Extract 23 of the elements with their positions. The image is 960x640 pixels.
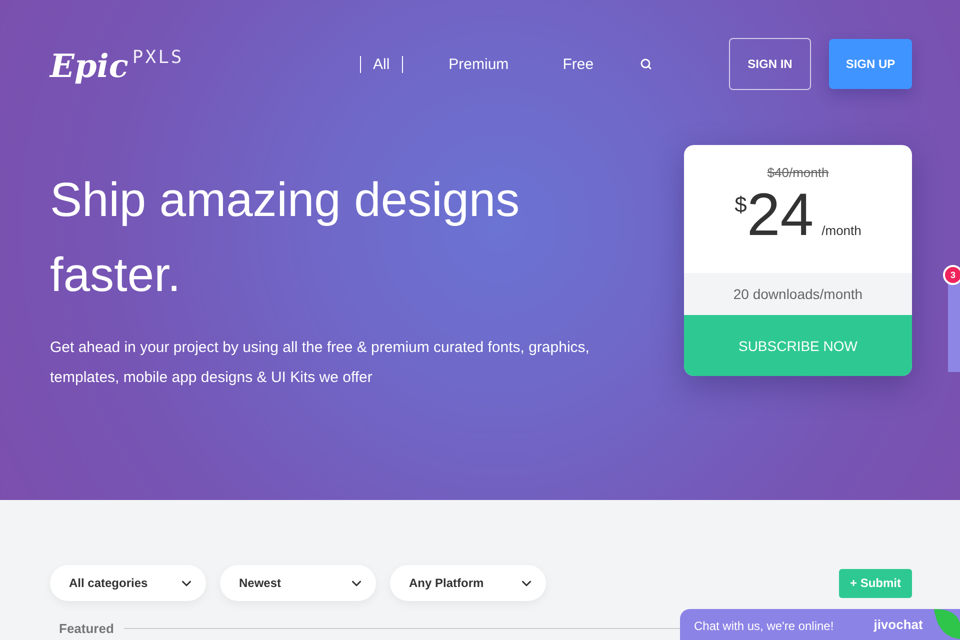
hero-headline: Ship amazing designs faster. <box>50 173 521 304</box>
filter-dropdown[interactable]: Newest <box>220 565 376 601</box>
price-amount: 24 <box>746 180 814 250</box>
filter-dropdown[interactable]: All categories <box>50 565 206 601</box>
chat-brand: jivochat <box>874 617 923 632</box>
nav-link[interactable]: Premium <box>440 56 517 72</box>
hero-description: Get ahead in your project by using all the free & premium curated fonts, graphics, templates, mobile app designs & UI Kits we offer <box>50 338 590 388</box>
search-icon[interactable] <box>640 58 652 70</box>
old-price: $40/month <box>766 164 830 180</box>
sign-in-button[interactable]: SIGN IN <box>729 38 811 90</box>
chat-message: Chat with us, we're online! <box>694 619 834 633</box>
logo-script: Epic <box>50 50 128 82</box>
plan-feature: 20 downloads/month <box>684 273 912 315</box>
logo-pixel-text: PXLS <box>132 46 184 68</box>
currency-symbol: $ <box>734 192 747 218</box>
section-title: Featured <box>59 621 114 636</box>
nav-link[interactable]: All <box>360 56 403 72</box>
nav-link[interactable]: Free <box>554 56 602 72</box>
price-period: /month <box>822 223 862 238</box>
sign-up-button[interactable]: SIGN UP <box>829 39 912 89</box>
chat-widget[interactable]: Chat with us, we're online! jivochat <box>680 609 960 640</box>
leaf-icon <box>934 609 960 639</box>
filter-dropdown[interactable]: Any Platform <box>390 565 546 601</box>
